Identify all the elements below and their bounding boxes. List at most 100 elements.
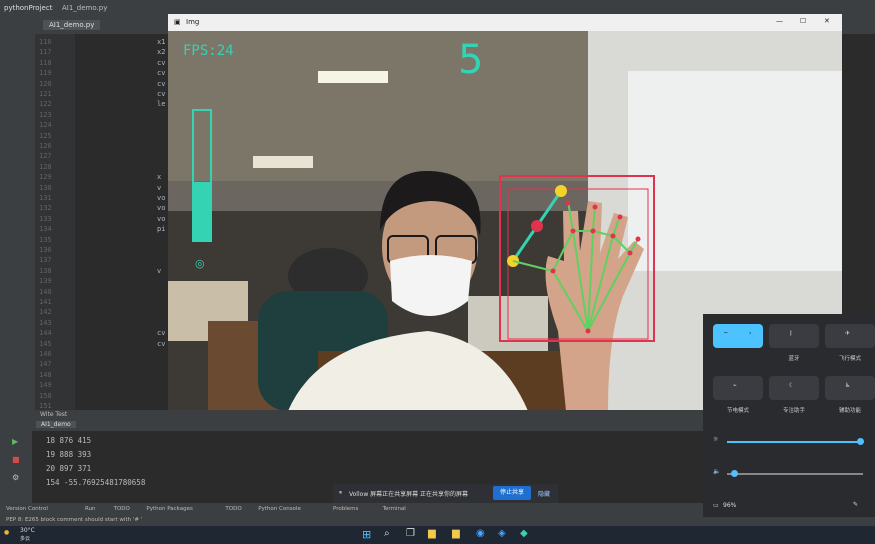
tool-tab[interactable]: TODO	[114, 506, 130, 512]
line-number: 128	[39, 162, 52, 171]
code-line: le	[157, 100, 166, 109]
wifi-icon: ⌔	[723, 331, 729, 338]
battery-saver-tile[interactable]: ⌁	[713, 376, 763, 400]
speaker-icon: 🔈	[713, 468, 721, 475]
code-line: x1	[157, 38, 166, 46]
line-number: 122	[39, 100, 52, 109]
airplane-tile[interactable]: ✈	[825, 324, 875, 348]
code-line: x2	[157, 48, 166, 57]
line-number: 148	[39, 370, 52, 379]
console-line: 20 897 371	[46, 464, 92, 473]
app-icon[interactable]: ◈	[498, 528, 506, 539]
tool-tab[interactable]: Run	[85, 506, 96, 512]
ide-side-toolbar	[0, 17, 10, 412]
status-bar: PEP 8: E265 block comment should start w…	[0, 516, 875, 526]
code-line: vo	[157, 214, 166, 223]
editor-tab[interactable]: AI1_demo.py	[43, 20, 101, 30]
pycharm-icon[interactable]: ◆	[520, 528, 528, 539]
task-view-icon[interactable]: ❐	[406, 528, 415, 539]
console-line: 154 -55.76925481780658	[46, 478, 146, 487]
notification-text: Vollow 屏幕正在共享屏幕 正在共享你的屏幕	[349, 491, 469, 498]
line-number: 140	[39, 287, 52, 296]
tool-tab[interactable]: Version Control	[6, 506, 48, 512]
breadcrumb[interactable]: AI1_demo.py	[62, 4, 107, 12]
line-number: 130	[39, 183, 52, 192]
file-explorer-icon[interactable]: ▆	[428, 528, 436, 539]
start-icon[interactable]: ⊞	[362, 528, 371, 541]
tile-label: 蓝牙	[788, 356, 800, 362]
line-number: 116	[39, 38, 52, 46]
code-editor[interactable]: x1 x2 cv cv cv cv le x v vo vo vo pi v cv cv	[75, 34, 170, 412]
window-title: Img	[186, 18, 200, 26]
weather-icon: ●	[4, 529, 10, 536]
weather-temp: 30°C	[20, 527, 35, 534]
brightness-thumb[interactable]	[857, 438, 864, 445]
volume-thumb[interactable]	[731, 470, 738, 477]
line-number: 118	[39, 58, 52, 67]
quick-settings-panel: ⌔ › ᛒ ✈ 蓝牙 飞行模式 ⌁ ☾ ♿ 节电模式 专注助手 辅助功能 ☼ 🔈…	[703, 314, 875, 517]
code-line: v	[157, 266, 162, 275]
line-number: 136	[39, 246, 52, 254]
battery-saver-icon: ⌁	[733, 382, 737, 389]
tile-label: 节电模式	[726, 408, 749, 414]
windows-taskbar: ● 30°C 多云 ⊞ ⌕ ❐ ▆ ▆ ◉ ◈ ◆	[0, 526, 875, 544]
line-number: 127	[39, 152, 52, 161]
wifi-tile[interactable]: ⌔ ›	[713, 324, 763, 348]
tile-label: 辅助功能	[838, 408, 861, 414]
code-line: x	[157, 173, 162, 182]
code-line: pi	[157, 225, 166, 234]
console-line: 19 888 393	[46, 450, 92, 459]
brightness-slider[interactable]	[727, 438, 864, 445]
stop-share-button[interactable]: 停止共享	[493, 486, 531, 500]
run-tab[interactable]: AI1_demo	[36, 421, 76, 428]
line-number: 117	[39, 48, 52, 57]
line-number: 146	[39, 350, 52, 358]
line-number: 121	[39, 90, 52, 98]
hide-button[interactable]: 隐藏	[538, 489, 550, 498]
stop-icon[interactable]: ■	[12, 455, 20, 464]
settings-icon[interactable]: ⚙	[12, 473, 19, 482]
line-number: 151	[39, 402, 52, 410]
maximize-icon[interactable]: ☐	[800, 17, 806, 25]
close-icon[interactable]: ✕	[824, 17, 830, 25]
code-line: v	[157, 183, 162, 192]
minimize-icon[interactable]: —	[776, 17, 783, 25]
code-line: cv	[157, 90, 166, 98]
line-number: 123	[39, 110, 52, 119]
project-panel	[10, 17, 35, 412]
tile-label: 飞行模式	[838, 356, 861, 362]
line-number: 138	[39, 266, 52, 275]
chevron-right-icon[interactable]: ›	[749, 330, 751, 337]
line-number: 125	[39, 131, 52, 140]
focus-assist-tile[interactable]: ☾	[769, 376, 819, 400]
code-line: cv	[157, 329, 166, 338]
line-number: 150	[39, 391, 52, 400]
app-icon: ▣	[174, 18, 181, 26]
run-header-label: Wite Test	[40, 411, 68, 418]
tool-tab[interactable]: TODO	[225, 506, 241, 512]
search-icon[interactable]: ⌕	[384, 528, 390, 539]
line-number: 133	[39, 214, 52, 223]
edit-icon[interactable]: ✎	[853, 501, 858, 508]
code-line: cv	[157, 79, 166, 88]
airplane-icon: ✈	[845, 330, 851, 337]
accessibility-tile[interactable]: ♿	[825, 376, 875, 400]
line-number: 144	[39, 329, 52, 338]
line-number: 142	[39, 308, 52, 317]
tool-tab[interactable]: Python Packages	[146, 506, 192, 512]
tool-tab[interactable]: Python Console	[258, 506, 301, 512]
bluetooth-icon: ᛒ	[789, 330, 793, 337]
camera-title-bar: ▣ Img — ☐ ✕	[168, 14, 842, 31]
tool-tab[interactable]: Problems	[333, 506, 358, 512]
app-icon[interactable]: ▆	[452, 528, 460, 539]
volume-slider[interactable]	[727, 470, 863, 477]
tool-tab[interactable]: Terminal	[383, 506, 406, 512]
rerun-icon[interactable]: ▶	[12, 437, 18, 446]
pause-icon: ⏸	[339, 489, 343, 496]
bluetooth-tile[interactable]: ᛒ	[769, 324, 819, 348]
line-number: 126	[39, 142, 52, 150]
line-number: 134	[39, 225, 52, 234]
edge-icon[interactable]: ◉	[476, 528, 485, 539]
line-gutter: 116 117 118 119 120 121 122 123 124 125 126 127 128 1…	[35, 34, 75, 412]
line-number: 119	[39, 69, 52, 78]
